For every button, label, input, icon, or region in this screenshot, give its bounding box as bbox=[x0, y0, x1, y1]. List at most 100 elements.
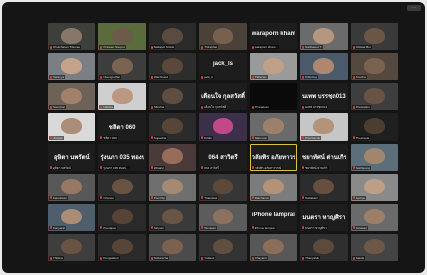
participant-name-label: Thitima bbox=[53, 256, 63, 260]
participant-tile[interactable]: Narumon bbox=[249, 113, 298, 141]
participant-tile[interactable]: Nattida bbox=[98, 83, 146, 111]
participant-name-large: waraporn kham... bbox=[251, 31, 296, 38]
participant-video-face bbox=[313, 58, 335, 74]
participant-tile[interactable]: ชลิตา 060 ชลิตา 060 bbox=[98, 113, 146, 141]
participant-video-face bbox=[111, 27, 133, 44]
participant-tile[interactable]: Sittichai bbox=[148, 83, 197, 111]
participant-tile[interactable]: Yuttana bbox=[199, 233, 247, 261]
participant-tile[interactable]: Chanon bbox=[98, 173, 146, 201]
participant-tile[interactable]: Peerapat bbox=[98, 203, 146, 231]
participant-tile[interactable]: เดือนใจ กุลสวัสดิ์... เดือนใจ กุลสวัสดิ์ bbox=[199, 83, 247, 111]
participant-tile[interactable]: อุษิตา นพรัตน์ อุษิตา นพรัตน์ bbox=[48, 143, 96, 171]
participant-tile[interactable]: รุ่งนภา 035 ทองป... รุ่งนภา 035 ทองป... bbox=[98, 143, 146, 171]
participant-tile[interactable]: Phuwadon bbox=[350, 83, 398, 111]
participant-tile[interactable]: Pattanan bbox=[249, 53, 298, 81]
participant-tile[interactable]: Pornthip bbox=[148, 173, 197, 201]
mic-muted-icon bbox=[352, 226, 355, 230]
participant-tile[interactable]: Kanokwan bbox=[48, 173, 96, 201]
participant-tile[interactable]: Apinya bbox=[350, 173, 398, 201]
participant-tile[interactable]: Wachirawit bbox=[148, 53, 197, 81]
mic-muted-icon bbox=[302, 105, 305, 109]
participant-name-label: นเทพ บรรชฺถ013 bbox=[305, 105, 327, 110]
participant-tile[interactable]: วลัยพิร อภัยทาวรรณ์วลัยพิร อภัยทาวรรณ์ bbox=[249, 143, 298, 171]
mic-muted-icon bbox=[251, 75, 254, 79]
participant-tile[interactable]: Thiraphat bbox=[199, 23, 247, 51]
participant-tile[interactable]: Nuengruthai bbox=[98, 53, 146, 81]
participant-video-face bbox=[111, 58, 133, 74]
participant-tile[interactable]: Supachai bbox=[148, 113, 197, 141]
mic-muted-icon bbox=[251, 45, 254, 49]
participant-tile[interactable]: Kittisak Boo bbox=[350, 23, 398, 51]
participant-caption: Siriporn bbox=[149, 225, 166, 230]
participant-tile[interactable]: Thanakorn bbox=[249, 83, 298, 111]
participant-name-label: Thiraphat bbox=[204, 45, 217, 50]
participant-caption: วลัยพิร อภัยทาวรรณ์ bbox=[250, 165, 283, 170]
participant-tile[interactable]: Nuttanicha bbox=[148, 233, 197, 261]
participant-tile[interactable]: Anucha bbox=[350, 53, 398, 81]
participant-name-label: Somchai bbox=[53, 105, 65, 110]
participant-tile[interactable]: Jaruwan bbox=[350, 203, 398, 231]
participant-name-large: 064 สาวิตรี bbox=[208, 154, 238, 161]
participant-video-face bbox=[61, 88, 83, 104]
participant-name-label: Natthawut T. bbox=[305, 45, 322, 50]
participant-tile[interactable]: Chutcharan Trisuree bbox=[48, 23, 96, 51]
participant-caption: Pongsakorn bbox=[99, 256, 121, 260]
participant-tile[interactable]: Sakda bbox=[350, 233, 398, 261]
participant-tile[interactable]: Siriporn bbox=[148, 203, 197, 231]
participant-tile[interactable]: Jirawat bbox=[48, 113, 96, 141]
participant-tile[interactable]: iPhone lamprai iPhone lamprai bbox=[249, 203, 298, 231]
mic-muted-icon bbox=[251, 226, 254, 230]
participant-tile[interactable]: Nattakarn bbox=[300, 173, 348, 201]
participant-name-label: Kittisak Boo bbox=[355, 45, 372, 50]
mic-muted-icon bbox=[50, 105, 52, 109]
participant-tile[interactable]: jack_ls jack_ls bbox=[199, 53, 247, 81]
participant-name-label: Chutcharan Trisuree bbox=[53, 45, 81, 50]
participant-tile[interactable]: Somchai bbox=[48, 83, 96, 111]
mic-muted-icon bbox=[50, 45, 52, 49]
participant-name-label: Pornthip bbox=[153, 195, 166, 200]
participant-tile[interactable]: Nattapol Srisuk bbox=[148, 23, 197, 51]
participant-tile[interactable]: Thanyaluk bbox=[300, 233, 348, 261]
participant-name-large: ชลิตา 060 bbox=[108, 124, 136, 131]
participant-tile[interactable]: Thitima bbox=[48, 233, 96, 261]
participant-name-label: Peerapat bbox=[103, 225, 116, 230]
participant-tile[interactable]: waraporn kham... waraporn kham... bbox=[249, 23, 298, 51]
participant-caption: Saranya bbox=[49, 75, 66, 80]
mic-muted-icon bbox=[302, 166, 305, 170]
participant-tile[interactable]: Ratchanon bbox=[249, 173, 298, 201]
mic-muted-icon bbox=[352, 256, 355, 260]
mic-muted-icon bbox=[302, 75, 305, 79]
participant-caption: waraporn kham... bbox=[250, 45, 279, 50]
participant-tile[interactable]: Sutthipong bbox=[350, 143, 398, 171]
participant-name-label: Nuengruthai bbox=[103, 75, 120, 80]
participant-name-label: Siriporn bbox=[153, 225, 165, 230]
participant-name-label: Jaruwan bbox=[355, 225, 367, 230]
mic-muted-icon bbox=[251, 136, 254, 139]
participant-tile[interactable]: Thanawat bbox=[199, 173, 247, 201]
participant-tile[interactable]: Krittin bbox=[199, 113, 247, 141]
participant-tile[interactable]: Praiwan Sai-poo bbox=[98, 23, 146, 51]
participant-video-face bbox=[61, 208, 83, 225]
participant-tile[interactable]: Saranya bbox=[48, 53, 96, 81]
participant-tile[interactable]: นเทพ บรรชฺถ013 นเทพ บรรชฺถ013 bbox=[300, 83, 348, 111]
participant-name-label: Kittipong bbox=[305, 75, 317, 80]
participant-tile[interactable]: Pimchanok bbox=[300, 113, 348, 141]
participant-caption: Pattanan bbox=[250, 75, 268, 80]
participant-name-label: Nattapol Srisuk bbox=[153, 45, 175, 50]
participant-name-label: Phuwadon bbox=[355, 105, 370, 110]
participant-tile[interactable]: Kittipong bbox=[300, 53, 348, 81]
participant-tile[interactable]: Theerapat bbox=[350, 113, 398, 141]
window-minimize-button[interactable]: ··· bbox=[407, 5, 421, 11]
participant-tile[interactable]: Worawut bbox=[199, 203, 247, 231]
participant-tile[interactable]: มนตรา หาญศิรา มนตรา หาญศิรา bbox=[300, 203, 348, 231]
participant-tile[interactable]: Wisarut bbox=[148, 143, 197, 171]
participant-video-face bbox=[212, 178, 234, 195]
participant-tile[interactable]: Natthawut T. bbox=[300, 23, 348, 51]
participant-video-face bbox=[262, 118, 284, 134]
participant-tile[interactable]: Kanyarat bbox=[48, 203, 96, 231]
participant-tile[interactable]: Chayanin bbox=[249, 233, 298, 261]
participant-caption: Ratchanon bbox=[250, 195, 271, 200]
participant-tile[interactable]: Pongsakorn bbox=[98, 233, 146, 261]
participant-tile[interactable]: ชยาทัศน์ ด่านเกิร ชยาทัศน์ ด่านเกิร bbox=[300, 143, 348, 171]
participant-tile[interactable]: 064 สาวิตรี 064 สาวิตรี bbox=[199, 143, 247, 171]
